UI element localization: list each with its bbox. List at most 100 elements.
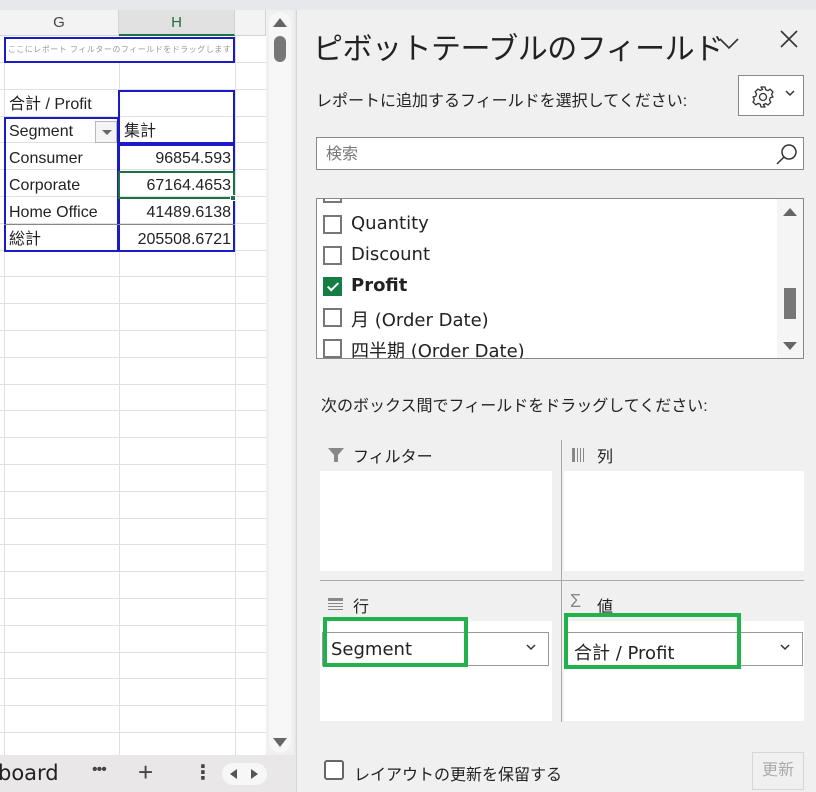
pivot-grand-total-value[interactable]: 205508.6721 bbox=[120, 226, 235, 253]
grid-row bbox=[0, 438, 266, 465]
grid-row bbox=[0, 518, 266, 546]
grid-row bbox=[0, 679, 266, 707]
grid-row bbox=[0, 250, 266, 278]
field-item[interactable]: Profit bbox=[317, 271, 777, 302]
grid-row bbox=[0, 572, 266, 599]
pivot-grand-total-label[interactable]: 総計 bbox=[5, 226, 119, 253]
pivot-row-label[interactable]: Corporate bbox=[5, 172, 119, 199]
scroll-thumb[interactable] bbox=[274, 36, 286, 62]
field-checkbox[interactable] bbox=[323, 215, 342, 234]
pivot-row-label[interactable]: Consumer bbox=[5, 145, 119, 172]
choose-fields-label: レポートに追加するフィールドを選択してください: bbox=[316, 93, 688, 110]
column-letter: G bbox=[53, 14, 65, 31]
field-checkbox[interactable] bbox=[323, 308, 342, 327]
rows-area: 行 Segment bbox=[320, 590, 552, 730]
chevron-down-icon[interactable] bbox=[717, 32, 741, 54]
field-checkbox[interactable] bbox=[323, 199, 342, 203]
vertical-scrollbar[interactable] bbox=[266, 10, 294, 755]
rows-icon bbox=[328, 598, 343, 610]
pivot-value-header[interactable]: 合計 / Profit bbox=[5, 91, 119, 118]
add-sheet-icon[interactable]: + bbox=[138, 757, 153, 788]
field-name: 月 (Order Date) bbox=[351, 310, 489, 331]
values-drop-zone[interactable]: 合計 / Profit bbox=[564, 621, 804, 721]
worksheet-grid[interactable]: G H ここにレポート フィルターのフィールドをドラッグします 合計 / Pro… bbox=[0, 10, 266, 755]
pivottable-fields-pane: ピボットテーブルのフィールド レポートに追加するフィールドを選択してください: bbox=[296, 10, 816, 792]
value-field-sum-profit[interactable]: 合計 / Profit bbox=[565, 632, 803, 666]
columns-drop-zone[interactable] bbox=[564, 471, 804, 571]
previous-sheet-icon[interactable] bbox=[230, 769, 237, 779]
field-item[interactable]: Quantity bbox=[317, 209, 777, 240]
value-field-label: 合計 / Profit bbox=[574, 643, 675, 664]
field-item[interactable]: 四半期 (Order Date) bbox=[317, 333, 777, 358]
area-divider-vertical bbox=[561, 440, 562, 722]
top-strip bbox=[0, 0, 816, 10]
sheet-options-icon[interactable]: ⋮ bbox=[193, 760, 213, 785]
grid-row bbox=[0, 331, 266, 358]
row-field-segment[interactable]: Segment bbox=[322, 632, 549, 666]
grid-row bbox=[0, 492, 266, 519]
search-icon[interactable] bbox=[775, 142, 799, 166]
field-search-input[interactable] bbox=[317, 138, 767, 169]
grid-row bbox=[0, 626, 266, 653]
row-label-filter-dropdown[interactable] bbox=[95, 121, 117, 143]
column-header-h[interactable]: H bbox=[119, 10, 235, 36]
grid-row bbox=[0, 733, 266, 755]
field-item[interactable]: Discount bbox=[317, 240, 777, 271]
scroll-down-arrow-icon[interactable] bbox=[783, 342, 797, 350]
pivot-row-value[interactable]: 96854.593 bbox=[120, 145, 235, 172]
column-header-g[interactable]: G bbox=[0, 10, 119, 36]
grid-row bbox=[0, 384, 266, 412]
rows-drop-zone[interactable]: Segment bbox=[320, 621, 552, 721]
scroll-up-arrow-icon[interactable] bbox=[783, 208, 797, 216]
scroll-up-arrow-icon[interactable] bbox=[273, 18, 287, 27]
sheet-tab-bar: board ••• + ⋮ bbox=[0, 755, 294, 792]
field-list[interactable]: Sales Quantity Discount Profit 月 (Order Date… bbox=[316, 198, 804, 359]
field-name: Discount bbox=[351, 244, 431, 265]
pivot-value-column-header[interactable]: 集計 bbox=[120, 118, 235, 145]
field-checkbox[interactable] bbox=[323, 277, 342, 296]
pivot-row-label[interactable]: Home Office bbox=[5, 199, 119, 226]
field-name: Sales bbox=[351, 199, 399, 203]
pivot-row-value[interactable]: 41489.6138 bbox=[120, 199, 235, 226]
field-checkbox[interactable] bbox=[323, 339, 342, 358]
tools-settings-button[interactable] bbox=[738, 75, 804, 116]
columns-area-label: 列 bbox=[597, 449, 614, 466]
chevron-down-icon[interactable] bbox=[526, 640, 536, 654]
scroll-thumb[interactable] bbox=[784, 288, 796, 319]
field-checkbox[interactable] bbox=[323, 246, 342, 265]
area-divider-horizontal bbox=[320, 580, 804, 581]
scroll-down-arrow-icon[interactable] bbox=[273, 738, 287, 747]
sheet-tab-dashboard[interactable]: board bbox=[0, 761, 59, 785]
column-header-i[interactable] bbox=[235, 10, 266, 36]
excel-window: G H ここにレポート フィルターのフィールドをドラッグします 合計 / Pro… bbox=[0, 0, 816, 792]
fill-handle[interactable] bbox=[230, 195, 236, 201]
field-name: Profit bbox=[351, 275, 408, 296]
field-item[interactable]: Sales bbox=[317, 199, 777, 209]
field-list-scrollbar[interactable] bbox=[777, 199, 803, 358]
close-icon[interactable] bbox=[777, 28, 801, 54]
grid-row bbox=[0, 465, 266, 492]
field-search-box[interactable] bbox=[316, 137, 804, 170]
chevron-down-icon bbox=[785, 88, 795, 100]
grid-row bbox=[0, 358, 266, 385]
gear-icon bbox=[752, 86, 774, 108]
rows-area-label: 行 bbox=[353, 599, 370, 616]
columns-area-header: 列 bbox=[564, 440, 804, 470]
grid-row bbox=[0, 545, 266, 573]
scroll-track[interactable] bbox=[269, 12, 291, 753]
next-sheet-icon[interactable] bbox=[251, 769, 258, 779]
report-filter-drop-zone[interactable]: ここにレポート フィルターのフィールドをドラッグします bbox=[4, 37, 235, 63]
defer-layout-update-label[interactable]: レイアウトの更新を保留する bbox=[354, 761, 562, 785]
pivot-row-value[interactable]: 67164.4653 bbox=[120, 172, 235, 199]
pane-title: ピボットテーブルのフィールド bbox=[313, 33, 724, 66]
chevron-down-icon[interactable] bbox=[780, 640, 790, 654]
field-item[interactable]: 月 (Order Date) bbox=[317, 302, 777, 333]
pivot-row-label-header[interactable]: Segment bbox=[5, 118, 95, 145]
grid-row bbox=[0, 411, 266, 439]
filters-area: フィルター bbox=[320, 440, 552, 580]
grid-row bbox=[0, 304, 266, 331]
defer-layout-update-checkbox[interactable] bbox=[324, 760, 344, 780]
more-sheets-icon[interactable]: ••• bbox=[92, 761, 107, 779]
filters-drop-zone[interactable] bbox=[320, 471, 552, 571]
filters-area-label: フィルター bbox=[353, 449, 433, 466]
